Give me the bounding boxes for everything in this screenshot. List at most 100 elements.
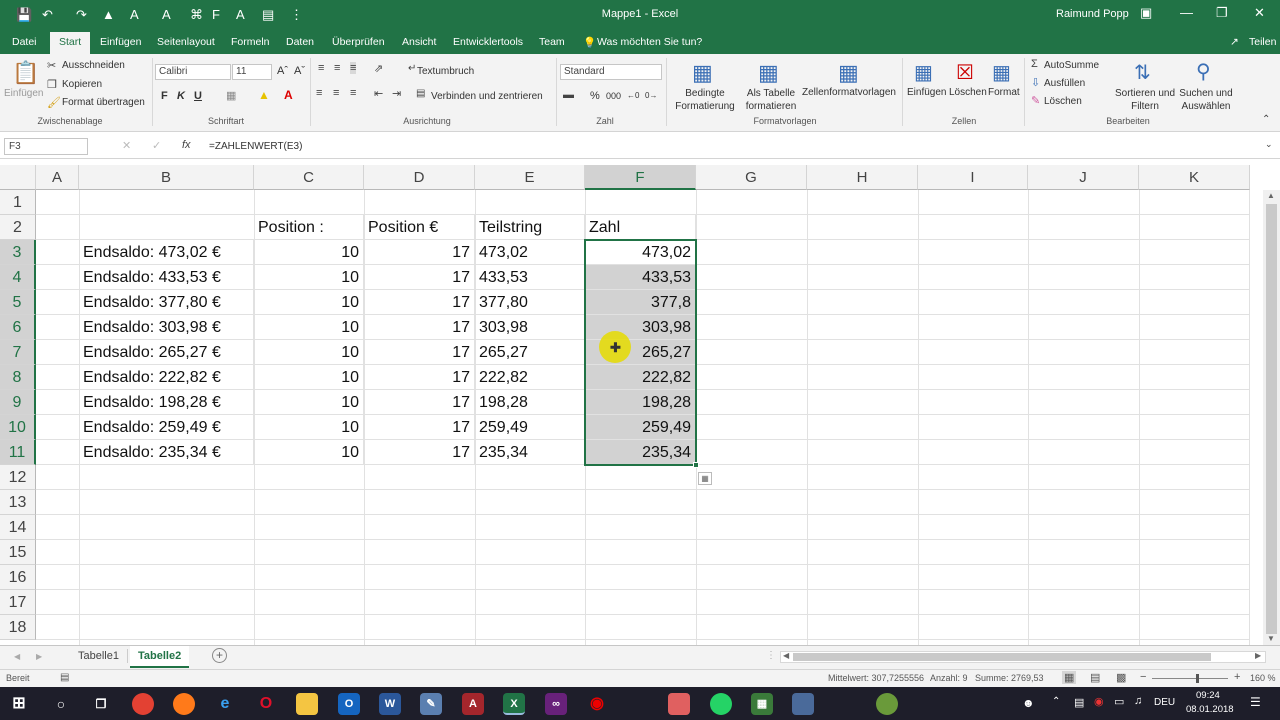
delete-cells-icon[interactable]: ☒ [956, 60, 974, 85]
share-button[interactable]: Teilen [1249, 36, 1276, 48]
page-break-view-icon[interactable]: ▩ [1116, 671, 1126, 684]
format-as-table-icon[interactable]: ▦ [758, 60, 779, 86]
merge-center-button[interactable]: Verbinden und zentrieren [431, 91, 543, 102]
insert-function-icon[interactable]: fx [182, 139, 191, 151]
cell-d7[interactable]: 17 [364, 340, 475, 365]
record-icon[interactable]: ◉ [586, 693, 608, 715]
paste-icon[interactable]: 📋 [12, 60, 39, 86]
cell-b3[interactable]: Endsaldo: 473,02 € [79, 240, 254, 265]
column-header-selected[interactable]: F [585, 165, 696, 190]
status-sum[interactable]: Summe: 2769,53 [975, 673, 1044, 683]
fill-button[interactable]: Ausfüllen [1044, 78, 1085, 89]
cell-c11[interactable]: 10 [254, 440, 364, 465]
insert-cells-icon[interactable]: ▦ [914, 60, 933, 85]
record-tray-icon[interactable]: ◉ [1094, 695, 1104, 708]
tab-daten[interactable]: Daten [286, 36, 314, 48]
row-header[interactable]: 15 [0, 540, 36, 565]
visual-studio-icon[interactable]: ∞ [545, 693, 567, 715]
horizontal-scrollbar[interactable]: ◀ ▶ [780, 651, 1266, 663]
underline-button[interactable]: U [194, 90, 202, 102]
column-header[interactable]: E [475, 165, 585, 190]
formula-input[interactable]: =ZAHLENWERT(E3) [209, 141, 302, 152]
zoom-slider-thumb[interactable] [1196, 674, 1199, 683]
tab-start[interactable]: Start [50, 32, 91, 54]
cell-d4[interactable]: 17 [364, 265, 475, 290]
thousands-icon[interactable]: 000 [606, 91, 621, 101]
align-bottom-icon[interactable]: ≡ [350, 62, 357, 74]
copy-icon[interactable]: ❐ [47, 78, 57, 91]
word-icon[interactable]: W [379, 693, 401, 715]
firefox-icon[interactable] [173, 693, 195, 715]
add-sheet-icon[interactable]: + [212, 648, 227, 663]
row-header[interactable]: 10 [0, 415, 36, 440]
format-cells-button[interactable]: Format [988, 87, 1020, 98]
cell-e5[interactable]: 377,80 [475, 290, 585, 315]
macro-record-icon[interactable]: ▤ [60, 672, 69, 683]
row-header[interactable]: 16 [0, 565, 36, 590]
volume-icon[interactable]: ♫ [1134, 695, 1142, 707]
cell-c4[interactable]: 10 [254, 265, 364, 290]
table-app-icon[interactable]: ▦ [751, 693, 773, 715]
bold-button[interactable]: F [161, 90, 168, 102]
column-header[interactable]: K [1139, 165, 1250, 190]
italic-button[interactable]: K [177, 90, 185, 102]
highlight-icon[interactable]: ▲ [258, 88, 270, 102]
page-layout-view-icon[interactable]: ▤ [1090, 671, 1100, 684]
row-header[interactable]: 1 [0, 190, 36, 215]
wrap-text-button[interactable]: Textumbruch [417, 66, 474, 77]
row-header[interactable]: 2 [0, 215, 36, 240]
cell-b7[interactable]: Endsaldo: 265,27 € [79, 340, 254, 365]
screen-capture-icon[interactable] [792, 693, 814, 715]
autosum-icon[interactable]: Σ [1031, 58, 1038, 70]
column-header[interactable]: J [1028, 165, 1139, 190]
network-icon[interactable]: ▤ [1074, 696, 1084, 709]
sort-filter-icon[interactable]: ⇅ [1134, 60, 1151, 85]
spreadsheet-grid[interactable]: A B C D E F G H I J K 1 2 3 4 5 6 7 8 9 … [0, 165, 1280, 645]
tab-team[interactable]: Team [539, 36, 565, 48]
tab-ueberpruefen[interactable]: Überprüfen [332, 36, 385, 48]
search-icon[interactable]: ○ [50, 693, 72, 715]
row-header[interactable]: 17 [0, 590, 36, 615]
grow-font-icon[interactable]: Aˆ [277, 65, 288, 77]
align-middle-icon[interactable]: ≡ [334, 62, 340, 74]
tray-expand-icon[interactable]: ⌃ [1052, 696, 1060, 707]
align-top-icon[interactable]: ≡ [318, 62, 324, 74]
user-name[interactable]: Raimund Popp [1056, 8, 1129, 20]
cell-d3[interactable]: 17 [364, 240, 475, 265]
cell-c7[interactable]: 10 [254, 340, 364, 365]
format-painter-icon[interactable]: 🖌 [47, 96, 61, 109]
cell-styles-button[interactable]: Zellenformatvorlagen [802, 87, 896, 98]
vertical-scrollbar[interactable]: ▲ ▼ [1263, 190, 1280, 645]
expand-formula-icon[interactable]: ⌄ [1265, 139, 1273, 150]
cell-f2[interactable]: Zahl [585, 215, 696, 240]
column-header[interactable]: B [79, 165, 254, 190]
sheet-prev-icon[interactable]: ◀ [14, 652, 20, 661]
delete-cells-button[interactable]: Löschen [949, 87, 987, 98]
row-header[interactable]: 14 [0, 515, 36, 540]
find-select-icon[interactable]: ⚲ [1196, 59, 1211, 84]
find-select-button[interactable]: Suchen und Auswählen [1175, 87, 1237, 113]
cell-c2[interactable]: Position : [254, 215, 364, 240]
row-header[interactable]: 6 [0, 315, 36, 340]
cell-e11[interactable]: 235,34 [475, 440, 585, 465]
align-center-icon[interactable]: ≡ [333, 87, 339, 99]
row-header[interactable]: 9 [0, 390, 36, 415]
fill-icon[interactable]: ⇩ [1031, 76, 1040, 89]
cell-d10[interactable]: 17 [364, 415, 475, 440]
conditional-formatting-icon[interactable]: ▦ [692, 60, 713, 86]
cell-c10[interactable]: 10 [254, 415, 364, 440]
conditional-formatting-button[interactable]: Bedingte Formatierung [670, 87, 740, 113]
h-scroll-thumb[interactable] [793, 653, 1211, 661]
currency-icon[interactable]: ▬ [563, 89, 574, 101]
whatsapp-icon[interactable] [710, 693, 732, 715]
scroll-up-icon[interactable]: ▲ [1267, 191, 1275, 200]
minimize-icon[interactable]: — [1180, 5, 1193, 20]
indent-increase-icon[interactable]: ⇥ [392, 87, 401, 100]
fill-handle[interactable] [693, 462, 699, 468]
cell-b9[interactable]: Endsaldo: 198,28 € [79, 390, 254, 415]
decimal-decrease-icon[interactable]: 0→ [645, 91, 657, 100]
indent-decrease-icon[interactable]: ⇤ [374, 87, 383, 100]
zoom-slider[interactable] [1152, 678, 1228, 679]
zoom-out-icon[interactable]: − [1140, 671, 1146, 683]
tab-entwicklertools[interactable]: Entwicklertools [453, 36, 523, 48]
